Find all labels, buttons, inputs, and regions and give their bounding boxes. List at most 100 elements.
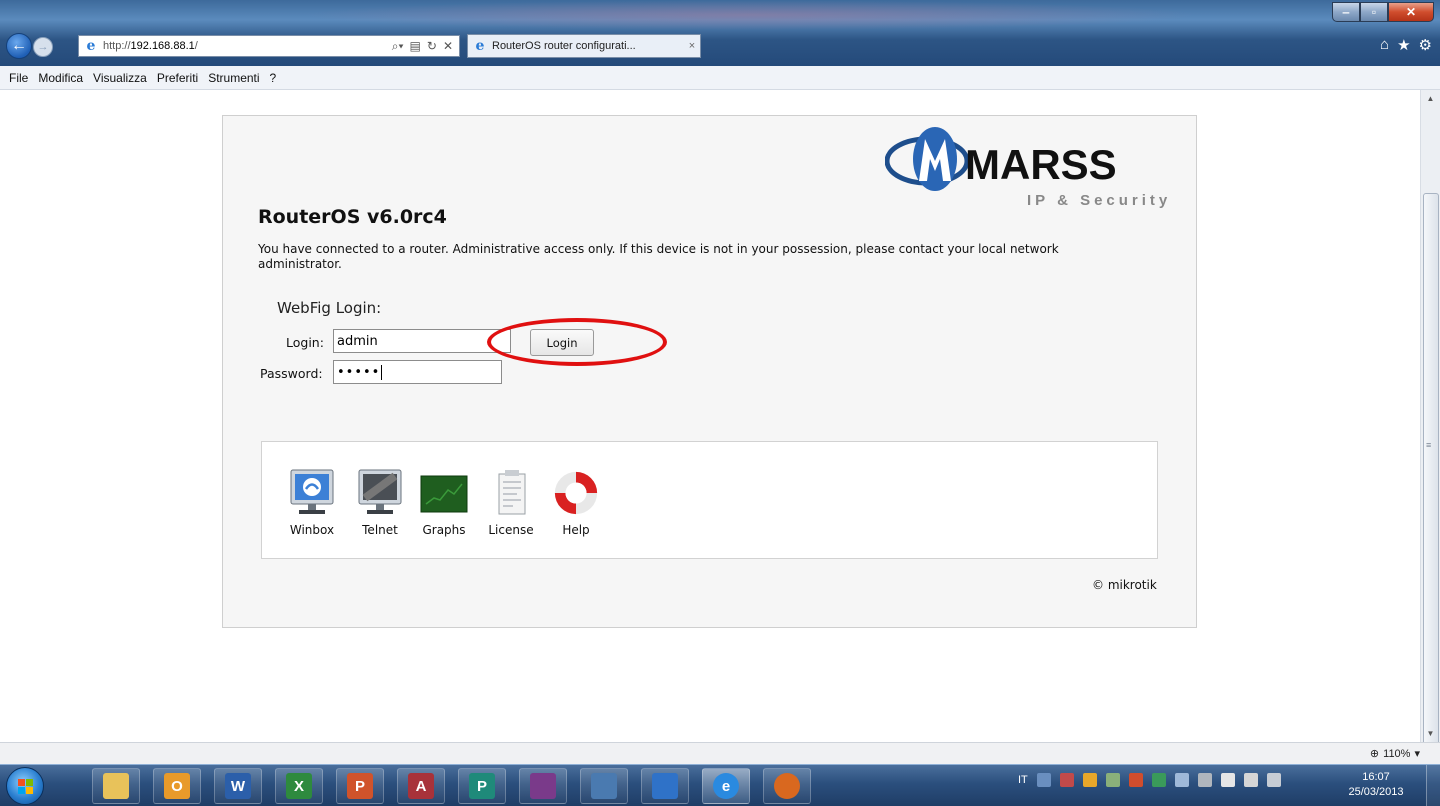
system-tray: IT — [1018, 773, 1281, 787]
minimize-button[interactable]: ‒ — [1332, 2, 1360, 22]
close-window-button[interactable]: ✕ — [1388, 2, 1434, 22]
navigation-row: ← → e http://192.168.88.1/ ⌕▾ ▤ ↻ ✕ e Ro… — [0, 32, 1440, 60]
login-input[interactable]: admin — [333, 329, 511, 353]
tray-outlook-icon[interactable] — [1082, 773, 1097, 787]
home-icon[interactable]: ⌂ — [1380, 36, 1389, 54]
password-input[interactable]: ••••• — [333, 360, 502, 384]
taskbar-notepad-button[interactable] — [580, 768, 628, 804]
clock[interactable]: 16:07 25/03/2013 — [1344, 770, 1408, 800]
word-icon: W — [225, 773, 251, 799]
scroll-down-arrow-icon[interactable]: ▼ — [1421, 725, 1440, 742]
clock-date: 25/03/2013 — [1348, 786, 1404, 798]
help-icon — [552, 468, 600, 518]
compatibility-icon[interactable]: ▤ — [410, 39, 421, 54]
winbox-icon — [288, 468, 336, 518]
address-tools: ⌕▾ ▤ ↻ ✕ — [392, 39, 459, 54]
license-icon — [487, 468, 535, 518]
windows-flag-icon — [18, 779, 34, 795]
tray-flag-icon[interactable] — [1220, 773, 1235, 787]
tray-arrow-icon[interactable] — [1128, 773, 1143, 787]
tray-messenger-icon[interactable] — [1105, 773, 1120, 787]
powerpoint-icon: P — [347, 773, 373, 799]
tool-winbox[interactable]: Winbox — [288, 468, 336, 537]
publisher-icon: P — [469, 773, 495, 799]
svg-text:IP & Security: IP & Security — [1027, 192, 1171, 209]
file-explorer-icon — [103, 773, 129, 799]
back-button[interactable]: ← — [6, 33, 32, 59]
refresh-icon[interactable]: ↻ — [427, 39, 437, 54]
marss-logo: MARSS IP & Security — [884, 121, 1195, 211]
menu-strumenti[interactable]: Strumenti — [207, 71, 260, 85]
menu-file[interactable]: File — [8, 71, 29, 85]
ie-page-icon: e — [86, 38, 96, 54]
taskbar-excel-button[interactable]: X — [275, 768, 323, 804]
taskbar-access-button[interactable]: A — [397, 768, 445, 804]
tray-network-icon[interactable] — [1036, 773, 1051, 787]
tool-label: Help — [562, 523, 590, 537]
tool-label: Graphs — [422, 523, 466, 537]
maximize-button[interactable]: ▫ — [1360, 2, 1388, 22]
tray-security-icon[interactable] — [1151, 773, 1166, 787]
tray-tools-icon[interactable] — [1197, 773, 1212, 787]
tool-graphs[interactable]: Graphs — [420, 468, 468, 537]
taskbar-word-button[interactable]: W — [214, 768, 262, 804]
tab-ie-icon: e — [475, 38, 485, 54]
tray-app-icon[interactable] — [1059, 773, 1074, 787]
gear-icon[interactable]: ⚙ — [1419, 36, 1432, 54]
telnet-icon — [356, 468, 404, 518]
login-input-value: admin — [337, 333, 378, 349]
favorites-star-icon[interactable]: ★ — [1397, 36, 1410, 54]
menu-modifica[interactable]: Modifica — [37, 71, 84, 85]
tool-label: Winbox — [289, 523, 335, 537]
svg-text:MARSS: MARSS — [965, 141, 1117, 188]
language-indicator[interactable]: IT — [1018, 774, 1028, 786]
forward-button[interactable]: → — [33, 37, 53, 57]
tray-power-icon[interactable] — [1243, 773, 1258, 787]
show-desktop-button[interactable] — [1426, 765, 1440, 806]
menu-preferiti[interactable]: Preferiti — [156, 71, 199, 85]
browser-titlebar: ‒ ▫ ✕ ← → e http://192.168.88.1/ ⌕▾ ▤ ↻ … — [0, 0, 1440, 66]
search-icon[interactable]: ⌕▾ — [392, 39, 404, 54]
highlight-ellipse — [487, 318, 667, 366]
browser-right-icons: ⌂ ★ ⚙ — [1380, 36, 1432, 54]
tool-help[interactable]: Help — [552, 468, 600, 537]
taskbar-media-player-button[interactable] — [641, 768, 689, 804]
scroll-thumb[interactable] — [1423, 193, 1439, 793]
media-player-icon — [652, 773, 678, 799]
menu-bar: File Modifica Visualizza Preferiti Strum… — [0, 66, 1440, 90]
tray-volume-icon[interactable] — [1266, 773, 1281, 787]
menu-visualizza[interactable]: Visualizza — [92, 71, 148, 85]
login-label: Login: — [286, 335, 324, 350]
start-button[interactable] — [6, 767, 44, 805]
taskbar-winrar-button[interactable] — [519, 768, 567, 804]
tool-label: Telnet — [362, 523, 398, 537]
windows-taskbar: O W X P A Pe IT 16:07 25/03/2013 — [0, 764, 1440, 806]
tray-bluetooth-icon[interactable] — [1174, 773, 1189, 787]
taskbar-outlook-button[interactable]: O — [153, 768, 201, 804]
zoom-control[interactable]: ⊕ 110% ▾ — [1370, 747, 1420, 761]
tool-telnet[interactable]: Telnet — [356, 468, 404, 537]
zoom-level: 110% — [1383, 747, 1411, 760]
address-bar[interactable]: e http://192.168.88.1/ ⌕▾ ▤ ↻ ✕ — [78, 35, 460, 57]
password-input-value: ••••• — [337, 364, 381, 380]
firefox-icon — [774, 773, 800, 799]
page-viewport — [0, 90, 1420, 742]
marss-logo-graphic: MARSS IP & Security — [884, 127, 1171, 209]
vertical-scrollbar[interactable]: ▲ ≡ ▼ — [1420, 90, 1440, 793]
tab-close-icon[interactable]: × — [684, 40, 700, 52]
internet-explorer-icon: e — [713, 773, 739, 799]
taskbar-powerpoint-button[interactable]: P — [336, 768, 384, 804]
address-url[interactable]: http://192.168.88.1/ — [103, 40, 392, 52]
menu-help[interactable]: ? — [269, 71, 278, 85]
taskbar-file-explorer-button[interactable] — [92, 768, 140, 804]
chevron-down-icon[interactable]: ▾ — [1414, 747, 1420, 760]
taskbar-publisher-button[interactable]: P — [458, 768, 506, 804]
taskbar-firefox-button[interactable] — [763, 768, 811, 804]
copyright-text: © mikrotik — [1092, 578, 1157, 592]
scroll-up-arrow-icon[interactable]: ▲ — [1421, 90, 1440, 107]
taskbar-internet-explorer-button[interactable]: e — [702, 768, 750, 804]
browser-tab[interactable]: e RouterOS router configurati... × — [467, 34, 701, 58]
tool-license[interactable]: License — [487, 468, 535, 537]
webfig-login-label: WebFig Login: — [277, 299, 382, 317]
stop-icon[interactable]: ✕ — [443, 39, 453, 54]
